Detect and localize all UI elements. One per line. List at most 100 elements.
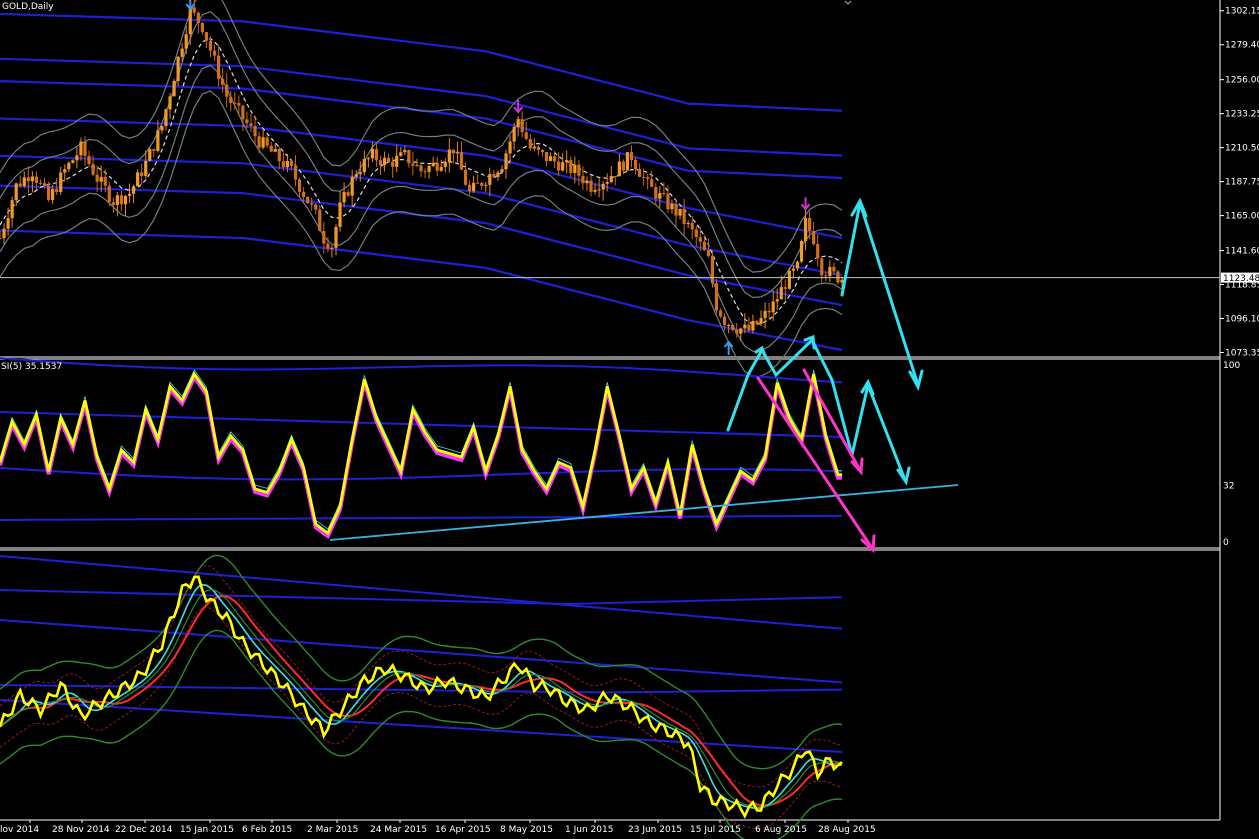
candle-body — [407, 150, 411, 164]
candle-body — [6, 218, 10, 229]
price-tick-label: 1256.00 — [1225, 76, 1259, 86]
candle-body — [281, 161, 285, 168]
candle-body — [836, 271, 840, 283]
candle-body — [799, 240, 804, 262]
candle-body — [791, 268, 796, 271]
candle-body — [180, 48, 184, 57]
rsi-title: SI(5) 35.1537 — [1, 362, 62, 372]
candle-body — [423, 171, 427, 173]
candle-body — [204, 32, 209, 41]
candle-body — [119, 195, 124, 205]
candle-body — [597, 189, 601, 191]
candle-body — [508, 141, 512, 154]
candle-body — [775, 299, 779, 302]
candle-body — [674, 203, 678, 216]
candle-body — [87, 155, 91, 165]
candle-body — [690, 222, 694, 230]
candle-body — [30, 176, 34, 182]
price-tick-label: 1187.75 — [1225, 178, 1259, 188]
candle-body — [395, 155, 399, 167]
candle-body — [735, 329, 739, 334]
candle-body — [160, 126, 164, 131]
candle-body — [771, 301, 775, 313]
candle-body — [382, 157, 387, 166]
candle-body — [427, 166, 431, 172]
time-tick-label: 6 Aug 2015 — [755, 825, 807, 835]
price-tick-label: 1279.40 — [1225, 41, 1259, 51]
candle-body — [10, 200, 14, 219]
candle-body — [488, 174, 492, 185]
candle-body — [415, 165, 419, 167]
candle-body — [520, 119, 524, 133]
candle-body — [212, 50, 217, 56]
candle-body — [387, 157, 391, 162]
candle-body — [253, 125, 257, 137]
candle-body — [140, 172, 144, 176]
candle-body — [812, 230, 816, 245]
candle-body — [532, 146, 536, 149]
time-tick-label: 15 Jul 2015 — [690, 825, 741, 835]
candle-body — [310, 203, 314, 205]
candle-body — [557, 161, 561, 171]
candle-body — [512, 127, 516, 142]
candle-body — [123, 195, 128, 205]
candle-body — [565, 160, 569, 163]
candle-body — [103, 176, 107, 186]
candle-body — [249, 123, 253, 126]
candle-body — [783, 287, 787, 289]
time-tick-label: lov 2014 — [0, 825, 39, 835]
time-tick-label: 2 Mar 2015 — [307, 825, 358, 835]
candle-body — [370, 148, 375, 159]
candle-body — [362, 158, 366, 173]
candle-body — [318, 209, 322, 231]
candle-body — [447, 149, 451, 162]
candle-body — [297, 179, 302, 192]
candle-body — [706, 250, 711, 257]
candle-body — [22, 177, 26, 186]
candle-body — [439, 166, 443, 171]
candle-body — [646, 177, 650, 180]
candle-body — [435, 162, 439, 171]
candle-body — [358, 172, 362, 175]
candle-body — [233, 102, 237, 104]
candle-body — [51, 189, 55, 200]
candle-body — [516, 119, 520, 128]
candle-body — [670, 203, 674, 210]
candle-body — [589, 180, 593, 192]
rsi-tick-label: 0 — [1223, 538, 1229, 548]
candle-body — [544, 152, 549, 161]
candle-body — [552, 156, 557, 162]
candle-body — [196, 12, 200, 24]
time-tick-label: 1 Jun 2015 — [565, 825, 613, 835]
candle-body — [524, 132, 528, 140]
candle-body — [241, 105, 245, 120]
time-tick-label: 24 Mar 2015 — [370, 825, 427, 835]
candle-body — [459, 152, 464, 170]
candle-body — [658, 193, 662, 199]
candle-body — [14, 183, 18, 201]
candle-body — [593, 189, 597, 192]
candle-body — [609, 176, 613, 183]
price-tick-label: 1096.10 — [1225, 315, 1259, 325]
candle-body — [79, 141, 83, 156]
candle-body — [484, 184, 488, 186]
current-price-tag-text: 1123.48 — [1223, 274, 1259, 284]
candle-body — [257, 136, 261, 148]
candle-body — [694, 229, 698, 238]
candle-body — [46, 185, 51, 200]
candle-body — [727, 325, 731, 327]
candle-body — [528, 139, 532, 149]
candle-body — [467, 184, 472, 192]
candle-body — [71, 160, 75, 163]
candle-body — [67, 162, 71, 170]
price-tick-label: 1302.15 — [1225, 7, 1259, 17]
candle-body — [152, 149, 156, 151]
candle-body — [245, 119, 249, 124]
candle-body — [91, 164, 95, 175]
candle-body — [115, 195, 119, 205]
chart-canvas[interactable]: 1302.15 1279.40 1256.00 1233.25 1210.50 1187.… — [0, 0, 1259, 839]
candle-body — [650, 179, 654, 187]
candle-body — [403, 150, 407, 153]
candle-body — [759, 318, 763, 324]
candle-body — [601, 183, 605, 190]
